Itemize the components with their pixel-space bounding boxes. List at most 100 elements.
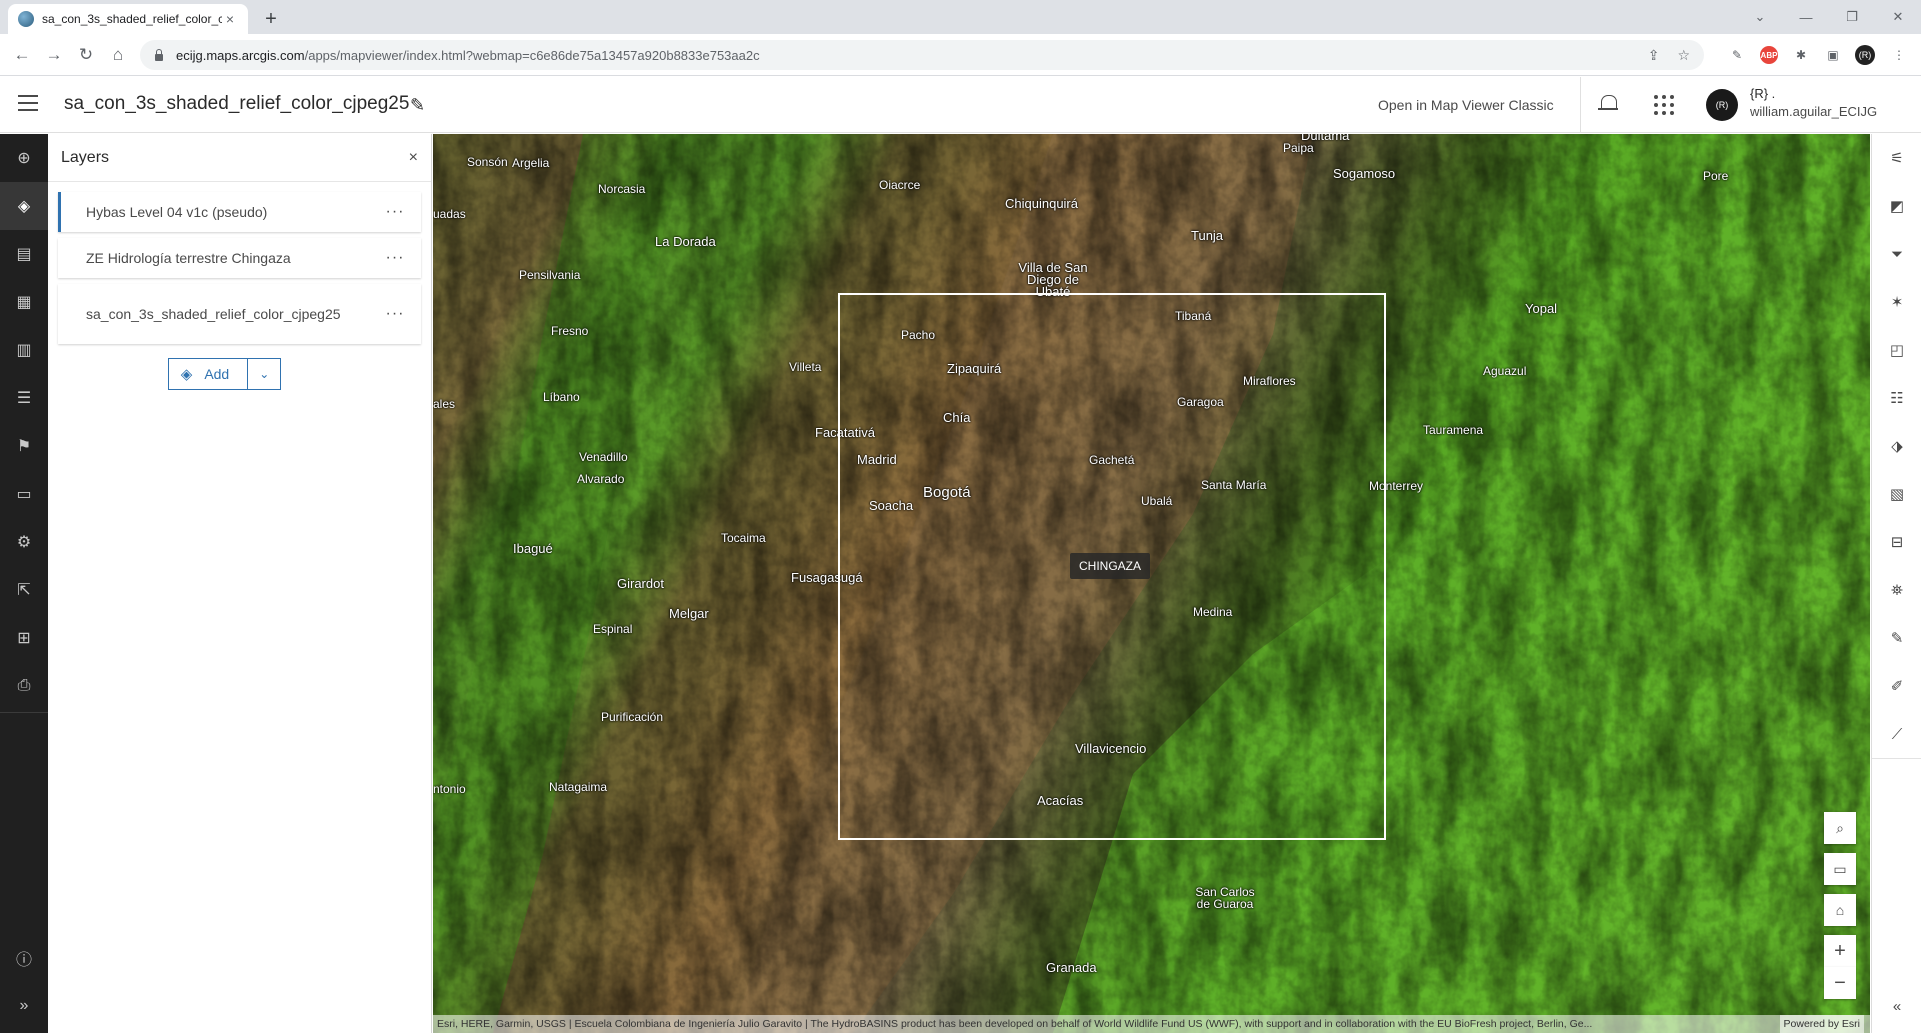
user-info[interactable]: {R} . william.aguilar_ECIJG — [1750, 85, 1877, 121]
search-icon[interactable]: ⌕ — [1824, 812, 1856, 844]
settings-gear-icon[interactable]: ⚙ — [0, 518, 48, 566]
place-label: Paipa — [1283, 141, 1314, 155]
restore-icon[interactable]: ❐ — [1829, 0, 1875, 34]
add-layer-button[interactable]: ◈ Add ⌄ — [167, 358, 282, 390]
toolbar-divider — [1872, 758, 1921, 759]
reload-icon[interactable]: ↻ — [72, 42, 100, 68]
share-map-icon[interactable]: ⇱ — [0, 566, 48, 614]
place-label: ntonio — [433, 782, 466, 796]
fields-icon[interactable]: ☷ — [1872, 374, 1921, 422]
new-tab-button[interactable]: + — [258, 6, 284, 32]
tab-title: sa_con_3s_shaded_relief_color_cj — [42, 12, 222, 26]
styles-icon[interactable]: ◩ — [1872, 182, 1921, 230]
open-in-classic-link[interactable]: Open in Map Viewer Classic — [1378, 97, 1554, 113]
puzzle-extensions-icon[interactable]: ✱ — [1790, 44, 1812, 66]
filter-icon[interactable]: ⏷ — [1872, 230, 1921, 278]
chingaza-feature-label[interactable]: CHINGAZA — [1070, 553, 1151, 579]
url-bar[interactable]: ecijg.maps.arcgis.com/apps/mapviewer/ind… — [140, 40, 1704, 70]
add-button-label: Add — [204, 366, 230, 382]
tables-icon[interactable]: ▤ — [0, 230, 48, 278]
layers-panel: Layers × Hybas Level 04 v1c (pseudo) ···… — [48, 134, 432, 1033]
place-label: Líbano — [543, 390, 580, 404]
tab-search-icon[interactable]: ⌄ — [1737, 0, 1783, 34]
create-app-icon[interactable]: ⊞ — [0, 614, 48, 662]
zoom-in-button[interactable]: + — [1824, 935, 1856, 967]
add-layer-icon[interactable]: ⊕ — [0, 134, 48, 182]
draw-icon[interactable]: ✐ — [1872, 662, 1921, 710]
panel-header: Layers × — [48, 134, 431, 182]
analysis-icon[interactable]: ▧ — [1872, 470, 1921, 518]
notifications-bell-icon[interactable] — [1598, 93, 1618, 115]
edit-title-pencil-icon[interactable]: ✎ — [410, 95, 425, 116]
url-path: /apps/mapviewer/index.html?webmap=c6e86d… — [304, 47, 760, 63]
place-label: Pore — [1703, 169, 1729, 183]
left-toolbar: ⊕ ◈ ▤ ▦ ▥ ☰ ⚑ ▭ ⚙ ⇱ ⊞ ⎙ ⓘ » — [0, 134, 48, 1033]
layer-options-icon[interactable]: ··· — [383, 305, 407, 323]
side-panel-icon[interactable]: ▣ — [1822, 44, 1844, 66]
map-view[interactable]: Sonsón Argelia Norcasia La Dorada Pensil… — [433, 134, 1870, 1033]
extension-icon[interactable]: ✎ — [1726, 44, 1748, 66]
layer-item[interactable]: sa_con_3s_shaded_relief_color_cjpeg25 ··… — [58, 284, 421, 344]
toolbar-divider — [0, 712, 48, 713]
user-display-name: {R} . — [1750, 86, 1776, 101]
profile-avatar[interactable]: (R) — [1855, 45, 1875, 65]
info-icon[interactable]: ⓘ — [0, 934, 48, 982]
popups-icon[interactable]: ◰ — [1872, 326, 1921, 374]
attribution-text: Esri, HERE, Garmin, USGS | Escuela Colom… — [437, 1018, 1593, 1030]
layer-item[interactable]: ZE Hidrología terrestre Chingaza ··· — [58, 238, 421, 278]
place-label: Sonsón — [467, 155, 508, 169]
user-avatar[interactable]: (R) — [1706, 89, 1738, 121]
place-label: ales — [433, 397, 456, 411]
browser-tab[interactable]: sa_con_3s_shaded_relief_color_cj × — [8, 4, 248, 34]
place-label: Villeta — [789, 360, 822, 374]
measure-icon[interactable]: ⟋ — [1872, 710, 1921, 758]
back-icon[interactable]: ← — [8, 42, 36, 68]
address-toolbar: ← → ↻ ⌂ ecijg.maps.arcgis.com/apps/mapvi… — [0, 34, 1921, 76]
minimize-icon[interactable]: — — [1783, 0, 1829, 34]
bookmark-star-icon[interactable]: ☆ — [1677, 47, 1690, 64]
forms-icon[interactable]: ⊟ — [1872, 518, 1921, 566]
lock-icon[interactable] — [154, 49, 164, 61]
collapse-chevrons-icon[interactable]: « — [1872, 982, 1921, 1030]
place-label: Argelia — [512, 156, 550, 170]
powered-by-esri-link[interactable]: Powered by Esri — [1779, 1015, 1864, 1033]
place-label: Girardot — [617, 576, 664, 591]
tab-close-icon[interactable]: × — [222, 11, 238, 27]
properties-sliders-icon[interactable]: ⚟ — [1872, 134, 1921, 182]
layers-icon[interactable]: ◈ — [0, 182, 48, 230]
screen-icon[interactable]: ▭ — [1824, 853, 1856, 885]
place-label: San Carlos de Guaroa — [1195, 885, 1255, 911]
print-icon[interactable]: ⎙ — [0, 662, 48, 710]
share-icon[interactable]: ⇪ — [1648, 47, 1660, 64]
layer-item[interactable]: Hybas Level 04 v1c (pseudo) ··· — [58, 192, 421, 232]
labels-icon[interactable]: ⬗ — [1872, 422, 1921, 470]
layer-options-icon[interactable]: ··· — [383, 249, 407, 267]
window-close-icon[interactable]: ✕ — [1875, 0, 1921, 34]
layer-name: ZE Hidrología terrestre Chingaza — [86, 249, 291, 266]
effects-icon[interactable]: ✶ — [1872, 278, 1921, 326]
adblock-icon[interactable]: ABP — [1760, 46, 1778, 64]
place-label: Chiquinquirá — [1005, 196, 1078, 211]
place-label: Venadillo — [579, 450, 628, 464]
chevron-down-icon[interactable]: ⌄ — [248, 367, 280, 381]
forward-icon[interactable]: → — [40, 42, 68, 68]
layer-options-icon[interactable]: ··· — [383, 203, 407, 221]
app-header: sa_con_3s_shaded_relief_color_cjpeg25 ✎ … — [0, 77, 1921, 133]
hamburger-menu-icon[interactable] — [18, 95, 38, 111]
browser-menu-icon[interactable]: ⋮ — [1888, 44, 1910, 66]
place-label: Norcasia — [598, 182, 646, 196]
home-extent-icon[interactable]: ⌂ — [1824, 894, 1856, 926]
arcgis-favicon-icon — [18, 11, 34, 27]
basemap-icon[interactable]: ▦ — [0, 278, 48, 326]
panel-close-icon[interactable]: × — [409, 149, 418, 167]
zoom-out-button[interactable]: − — [1824, 967, 1856, 999]
folder-icon[interactable]: ▭ — [0, 470, 48, 518]
layer-name: sa_con_3s_shaded_relief_color_cjpeg25 — [86, 305, 341, 322]
add-button-main[interactable]: ◈ Add — [169, 359, 249, 389]
sketch-icon[interactable]: ⛯ — [1872, 566, 1921, 614]
expand-chevrons-icon[interactable]: » — [0, 982, 48, 1030]
home-icon[interactable]: ⌂ — [104, 42, 132, 68]
bookmarks-icon[interactable]: ⚑ — [0, 422, 48, 470]
app-launcher-icon[interactable] — [1654, 95, 1674, 115]
edit-icon[interactable]: ✎ — [1872, 614, 1921, 662]
